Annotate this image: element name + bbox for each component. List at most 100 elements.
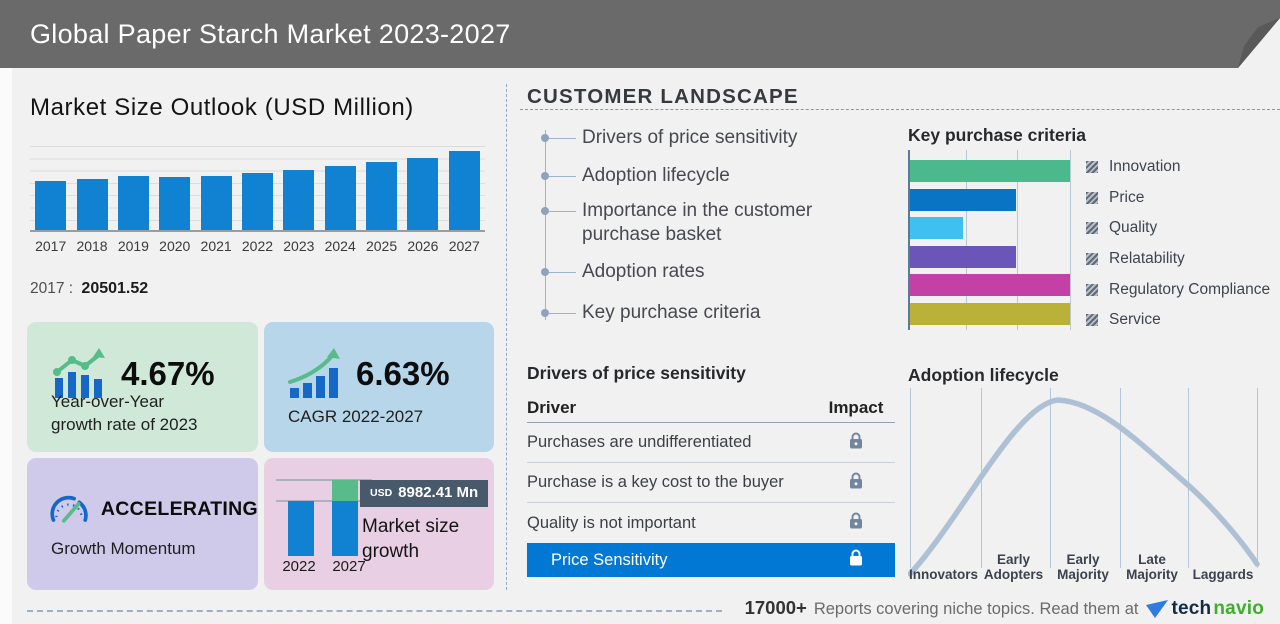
footer-dashed-line [27, 610, 722, 612]
vertical-dashed-divider [506, 84, 507, 590]
infographic-page: Global Paper Starch Market 2023-2027 Mar… [0, 0, 1280, 624]
market-outlook-title: Market Size Outlook (USD Million) [30, 94, 414, 121]
legend-label: Price [1109, 188, 1145, 206]
landscape-item-label: Importance in the customer purchase bask… [582, 200, 813, 245]
legend-swatch-icon [1086, 314, 1098, 327]
criteria-bar-relatability [910, 245, 1016, 268]
customer-landscape-title: CUSTOMER LANDSCAPE [527, 85, 799, 108]
growth-mini-chart [276, 479, 372, 556]
section-dashed-underline [520, 109, 1280, 110]
list-dot-icon [541, 134, 549, 142]
driver-row-3: Quality is not important [527, 503, 895, 543]
x-tick-2022: 2022 [241, 238, 274, 254]
x-tick-2019: 2019 [117, 238, 149, 254]
technavio-logo-icon [1145, 600, 1168, 618]
header-bar: Global Paper Starch Market 2023-2027 [0, 0, 1280, 68]
legend-item: Quality [1086, 213, 1270, 244]
x-tick-2018: 2018 [76, 238, 108, 254]
legend-label: Quality [1109, 219, 1158, 237]
legend-swatch-icon [1086, 191, 1098, 204]
legend-item: Relatability [1086, 244, 1270, 275]
bar-cell [320, 166, 361, 230]
stage-label-early-majority: Early Majority [1057, 552, 1109, 582]
landscape-item-label: Adoption lifecycle [582, 165, 730, 186]
legend-swatch-icon [1086, 253, 1098, 266]
bar-cell [154, 177, 195, 230]
x-tick-2020: 2020 [159, 238, 191, 254]
momentum-label: Growth Momentum [51, 539, 196, 558]
criteria-bar-regulatory-compliance [910, 274, 1070, 296]
bar-cell [195, 176, 236, 230]
highlighted-row-price-sensitivity: Price Sensitivity [527, 543, 895, 577]
yoy-growth-value: 4.67% [121, 355, 215, 392]
market-size-bar-2027 [448, 151, 480, 230]
landscape-item-2: Adoption lifecycle [527, 164, 895, 188]
market-size-bar-2018 [76, 179, 108, 230]
landscape-item-label: Adoption rates [582, 261, 705, 282]
market-size-bar-2021 [200, 176, 232, 230]
market-size-bar-2025 [366, 162, 398, 230]
market-size-bar-2026 [407, 158, 439, 230]
list-dot-icon [541, 268, 549, 276]
impact-cell [817, 512, 895, 534]
x-tick-2021: 2021 [200, 238, 232, 254]
bar-cell [71, 179, 112, 230]
brand-text-tech: tech [1171, 598, 1212, 619]
legend-item: Innovation [1086, 152, 1270, 183]
landscape-item-3: Importance in the customer purchase bask… [527, 199, 895, 247]
yoy-growth-card: 4.67% Year-over-Year growth rate of 2023 [27, 322, 258, 452]
market-size-bar-2017 [35, 181, 67, 230]
x-tick-2025: 2025 [365, 238, 398, 254]
bar-cell [402, 158, 443, 230]
left-margin [0, 68, 12, 624]
technavio-logo[interactable]: tech navio [1145, 598, 1265, 620]
stage-label-innovators: Innovators [908, 567, 978, 582]
impact-cell [817, 472, 895, 494]
landscape-item-4: Adoption rates [527, 260, 895, 284]
lock-icon [850, 512, 862, 529]
bar-cell [278, 170, 319, 230]
growth-value-badge: USD 8982.41 Mn [360, 480, 489, 507]
legend-swatch-icon [1086, 283, 1098, 296]
list-connector [549, 175, 576, 177]
lock-icon [817, 549, 895, 571]
market-size-bar-2024 [324, 166, 356, 230]
highlight-label: Price Sensitivity [551, 550, 668, 569]
cagr-card: 6.63% CAGR 2022-2027 [264, 322, 494, 452]
mini-year-2022: 2022 [282, 558, 316, 575]
bar-cell [30, 181, 71, 230]
legend-label: Relatability [1109, 250, 1185, 268]
customer-landscape-list: Drivers of price sensitivity Adoption lif… [527, 120, 895, 325]
criteria-bar-innovation [910, 160, 1070, 182]
criteria-bar-quality [910, 217, 963, 239]
legend-swatch-icon [1086, 161, 1098, 174]
list-dot-icon [541, 172, 549, 180]
key-purchase-criteria-chart [908, 150, 1071, 330]
bar-cell [237, 173, 278, 230]
stat-cards: 4.67% Year-over-Year growth rate of 2023… [27, 322, 494, 590]
adoption-lifecycle-title: Adoption lifecycle [908, 365, 1059, 385]
stage-label-late-majority: Late Majority [1126, 552, 1178, 582]
x-tick-2023: 2023 [283, 238, 315, 254]
growth-amount: 8982.41 Mn [398, 484, 479, 501]
drivers-table-title: Drivers of price sensitivity [527, 363, 746, 383]
bar-cell [444, 151, 485, 230]
cagr-value: 6.63% [356, 355, 450, 392]
footer-message: Reports covering niche topics. Read them… [813, 600, 1139, 618]
list-connector [549, 271, 576, 273]
legend-label: Service [1109, 311, 1161, 329]
stage-label-early-adopters: Early Adopters [983, 552, 1044, 582]
impact-column-header: Impact [828, 398, 884, 417]
legend-item: Regulatory Compliance [1086, 274, 1270, 305]
stage-label-laggards: Laggards [1192, 567, 1254, 582]
landscape-item-1: Drivers of price sensitivity [527, 126, 895, 150]
legend-label: Regulatory Compliance [1109, 280, 1271, 298]
driver-row-1: Purchases are undifferentiated [527, 423, 895, 463]
brand-text-navio: navio [1213, 598, 1264, 619]
landscape-item-5: Key purchase criteria [527, 301, 895, 325]
list-connector [549, 210, 576, 212]
driver-row-2: Purchase is a key cost to the buyer [527, 463, 895, 503]
criteria-bar-price [910, 188, 1016, 211]
key-purchase-criteria-legend: Innovation Price Quality Relatability Regula… [1086, 152, 1270, 336]
growth-mini-years: 2022 2027 [274, 558, 374, 575]
